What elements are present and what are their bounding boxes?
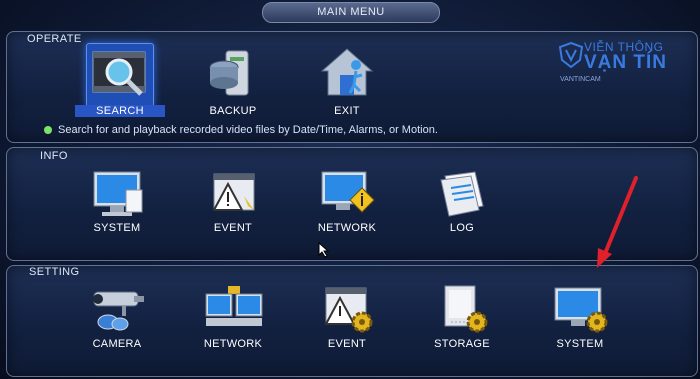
dvr-main-menu: MAIN MENU OPERATE SEARCH BACKUP EXIT Sea… [0,0,700,379]
annotation-arrow [597,176,638,268]
mouse-cursor-icon [318,242,330,258]
